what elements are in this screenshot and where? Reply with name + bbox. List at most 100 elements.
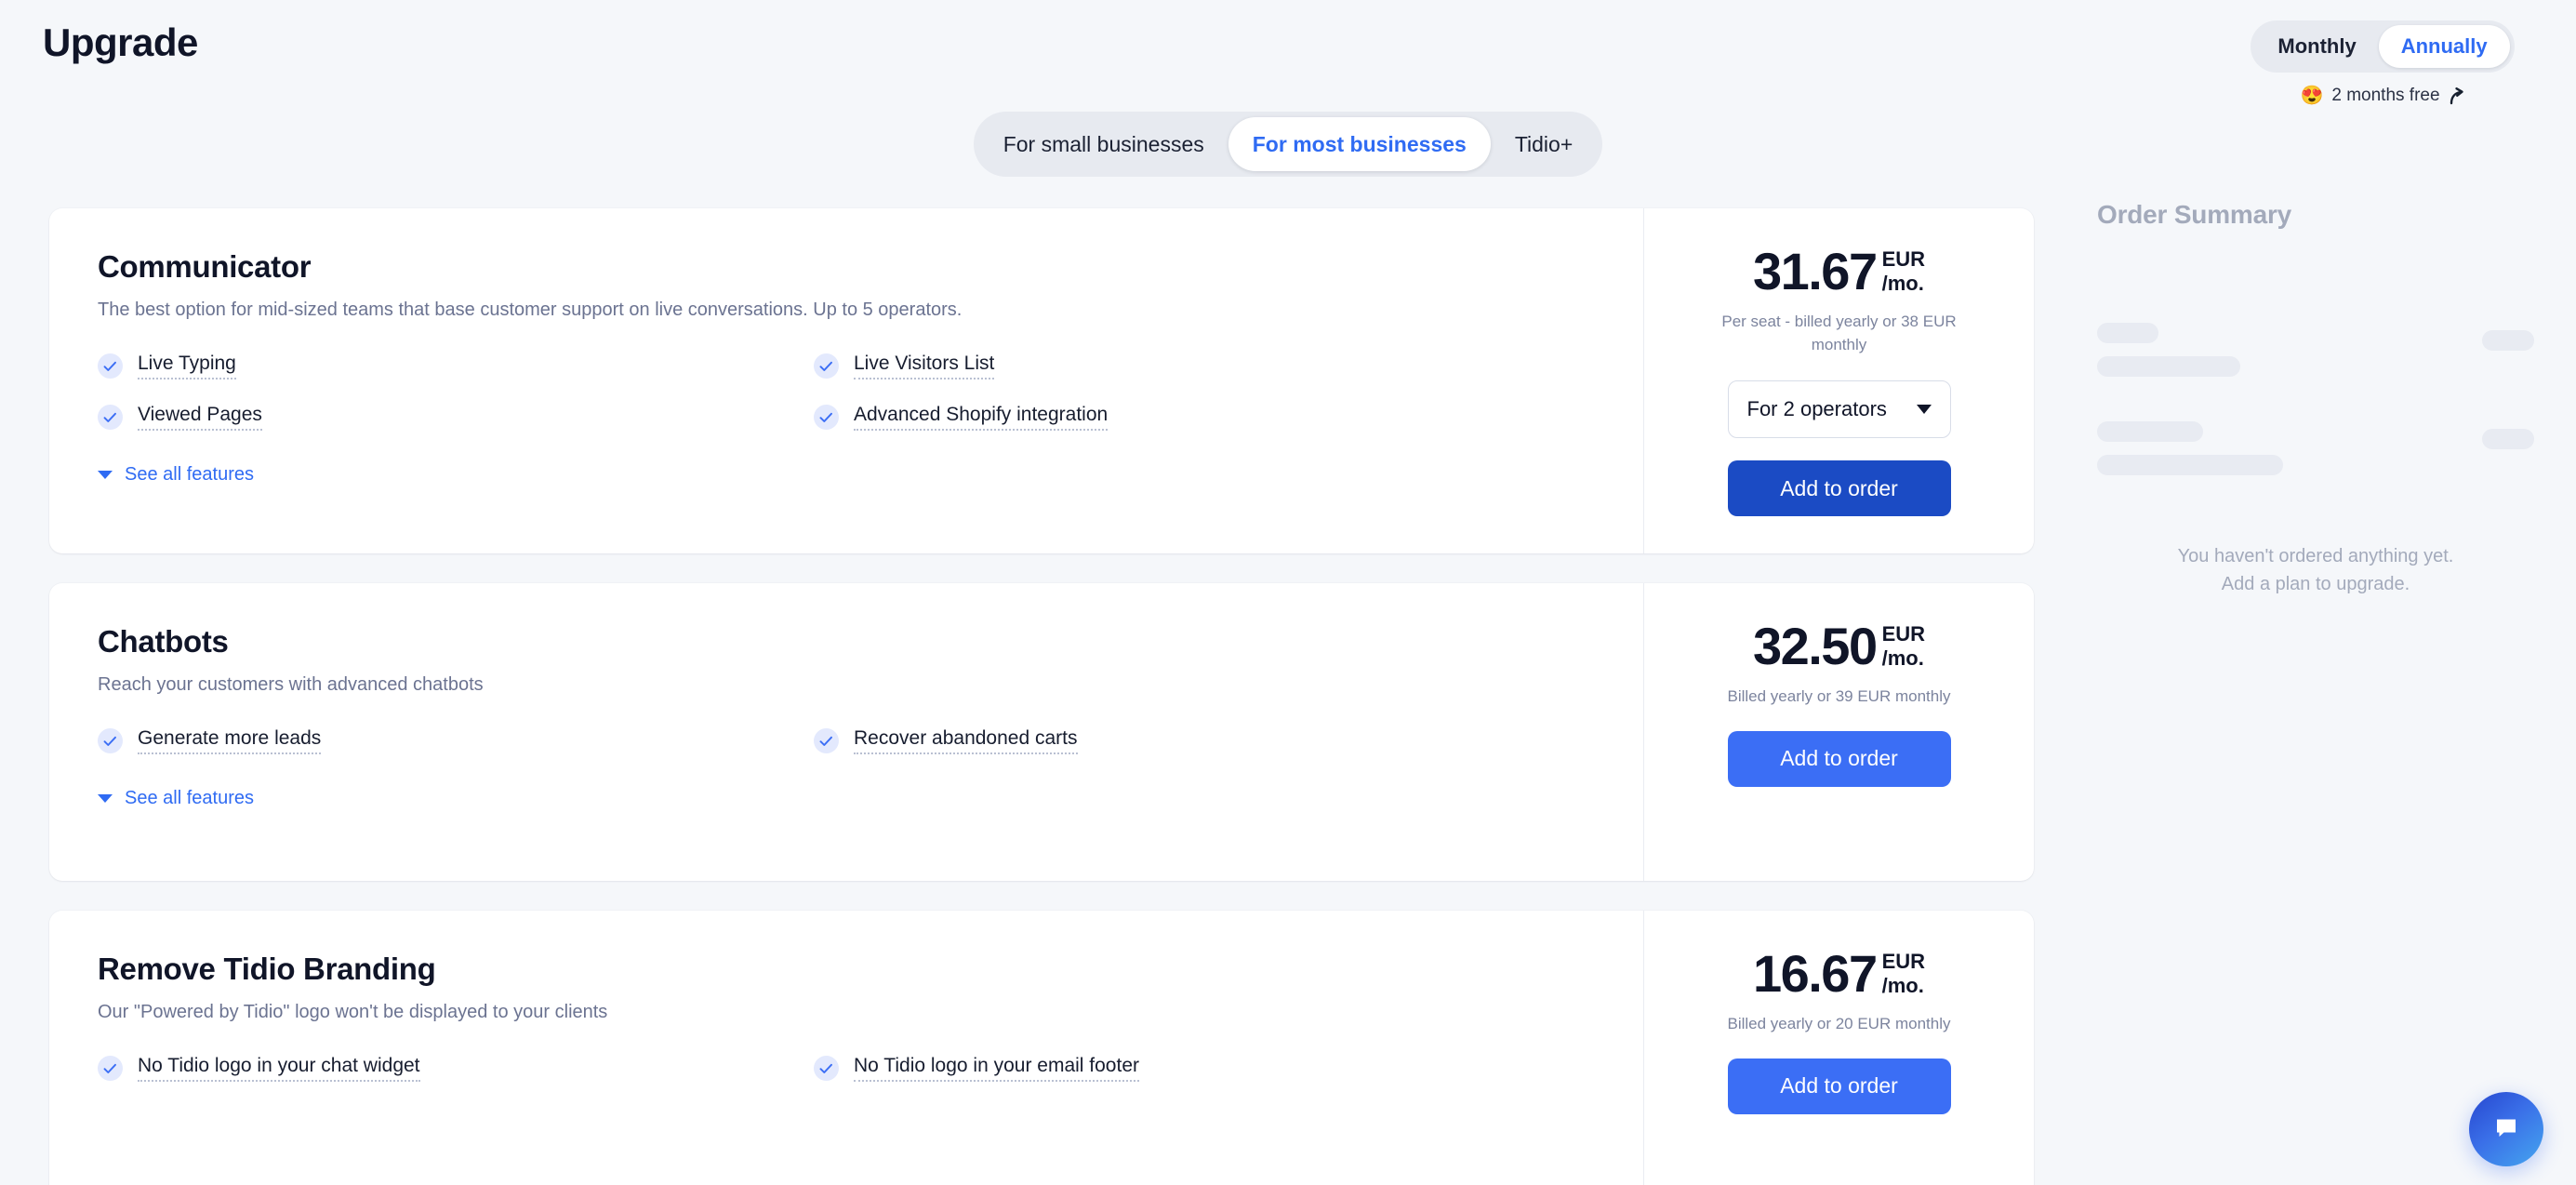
plan-tabs: For small businesses For most businesses…: [0, 112, 2576, 177]
billing-toggle-group: Monthly Annually: [2251, 20, 2515, 73]
billing-option-monthly[interactable]: Monthly: [2255, 25, 2378, 68]
card-subtitle: The best option for mid-sized teams that…: [98, 300, 963, 320]
chevron-down-icon: [98, 794, 113, 804]
operators-select-value: For 2 operators: [1746, 397, 1887, 421]
price-period: /mo.: [1881, 646, 1924, 670]
plan-card-chatbots: Chatbots Reach your customers with advan…: [49, 583, 2034, 882]
order-summary-title: Order Summary: [2097, 200, 2292, 229]
check-icon: [814, 353, 839, 379]
skeleton-bar: [2097, 356, 2240, 377]
price-currency: EUR: [1881, 622, 1926, 646]
plan-card-list: Communicator The best option for mid-siz…: [49, 208, 2034, 1185]
smiling-face-with-hearts-icon: 😍: [2300, 86, 2324, 106]
skeleton-bar: [2482, 429, 2534, 449]
feature-label[interactable]: Advanced Shopify integration: [854, 404, 1109, 431]
check-icon: [98, 353, 123, 379]
check-icon: [98, 1056, 123, 1082]
tab-tidio-plus[interactable]: Tidio+: [1491, 117, 1597, 171]
price-currency: EUR: [1881, 950, 1926, 974]
months-free-note: 😍 2 months free: [2300, 86, 2464, 106]
feature-label[interactable]: Generate more leads: [138, 727, 322, 755]
plan-card-remove-tidio-branding: Remove Tidio Branding Our "Powered by Ti…: [49, 911, 2034, 1185]
plan-tabs-group: For small businesses For most businesses…: [973, 112, 1603, 177]
card-title: Remove Tidio Branding: [98, 952, 436, 987]
card-subtitle: Our "Powered by Tidio" logo won't be dis…: [98, 1002, 608, 1023]
card-pricing: 32.50 EUR /mo. Billed yearly or 39 EUR m…: [1643, 583, 2034, 882]
skeleton-left: [2097, 323, 2240, 377]
add-to-order-button[interactable]: Add to order: [1727, 730, 1951, 787]
empty-state-line-2: Add a plan to upgrade.: [2221, 574, 2410, 594]
see-all-features-link[interactable]: See all features: [98, 788, 254, 809]
skeleton-bar: [2097, 421, 2203, 442]
page-title: Upgrade: [43, 20, 198, 64]
check-icon: [814, 405, 839, 430]
price-note: Billed yearly or 39 EUR monthly: [1727, 687, 1951, 706]
check-icon: [814, 728, 839, 754]
chevron-down-icon: [98, 471, 113, 479]
feature-label[interactable]: Live Typing: [138, 353, 236, 379]
price-units: EUR /mo.: [1882, 950, 1925, 997]
feature-item: Viewed Pages: [98, 404, 777, 431]
months-free-label: 2 months free: [2331, 86, 2440, 105]
card-subtitle: Reach your customers with advanced chatb…: [98, 674, 484, 696]
see-all-features-label: See all features: [125, 788, 254, 809]
card-pricing: 16.67 EUR /mo. Billed yearly or 20 EUR m…: [1643, 911, 2034, 1185]
tab-for-most-businesses[interactable]: For most businesses: [1228, 117, 1491, 171]
check-icon: [814, 1056, 839, 1082]
card-pricing: 31.67 EUR /mo. Per seat - billed yearly …: [1643, 208, 2034, 554]
skeleton-row: [2097, 323, 2534, 377]
price-amount: 31.67: [1752, 242, 1878, 300]
check-icon: [98, 728, 123, 754]
empty-state-line-1: You haven't ordered anything yet.: [2177, 546, 2454, 566]
order-summary-empty-state: You haven't ordered anything yet. Add a …: [2097, 542, 2534, 598]
price-display: 32.50 EUR /mo.: [1753, 620, 1925, 672]
price-note: Billed yearly or 20 EUR monthly: [1727, 1015, 1951, 1033]
tab-for-small-businesses[interactable]: For small businesses: [979, 117, 1228, 171]
price-amount: 16.67: [1752, 944, 1878, 1004]
card-title: Communicator: [98, 249, 312, 284]
price-period: /mo.: [1881, 973, 1924, 997]
feature-item: Live Visitors List: [814, 353, 1493, 379]
chat-bubble-icon: [2490, 1112, 2522, 1148]
price-currency: EUR: [1881, 247, 1926, 271]
feature-list: No Tidio logo in your chat widget No Tid…: [98, 1055, 1493, 1083]
curved-arrow-up-icon: [2449, 87, 2465, 105]
skeleton-bar: [2097, 323, 2158, 343]
chevron-down-icon: [1916, 405, 1932, 415]
feature-label[interactable]: No Tidio logo in your email footer: [854, 1055, 1139, 1083]
feature-item: No Tidio logo in your email footer: [814, 1055, 1493, 1083]
feature-item: Generate more leads: [98, 727, 777, 755]
billing-option-annually[interactable]: Annually: [2378, 25, 2510, 68]
feature-label[interactable]: Recover abandoned carts: [854, 727, 1078, 755]
skeleton-bar: [2482, 330, 2534, 351]
add-to-order-button[interactable]: Add to order: [1727, 1058, 1951, 1114]
skeleton-bar: [2097, 455, 2283, 475]
add-to-order-button[interactable]: Add to order: [1727, 460, 1951, 517]
feature-item: Live Typing: [98, 353, 777, 379]
price-display: 16.67 EUR /mo.: [1753, 948, 1925, 1000]
feature-item: Advanced Shopify integration: [814, 404, 1493, 431]
price-display: 31.67 EUR /mo.: [1753, 246, 1925, 298]
order-summary-skeleton: [2097, 323, 2534, 475]
see-all-features-label: See all features: [125, 464, 254, 485]
feature-item: Recover abandoned carts: [814, 727, 1493, 755]
feature-list: Live Typing Live Visitors List Viewed Pa…: [98, 353, 1493, 431]
skeleton-row: [2097, 421, 2534, 475]
card-details: Chatbots Reach your customers with advan…: [49, 583, 1643, 881]
plan-card-communicator: Communicator The best option for mid-siz…: [49, 208, 2034, 554]
feature-list: Generate more leads Recover abandoned ca…: [98, 727, 1493, 755]
feature-label[interactable]: Live Visitors List: [854, 353, 995, 379]
operators-select[interactable]: For 2 operators: [1727, 380, 1951, 439]
order-summary-panel: Order Summary You haven't ordered anythi…: [2097, 200, 2534, 598]
see-all-features-link[interactable]: See all features: [98, 464, 254, 486]
price-period: /mo.: [1881, 271, 1924, 295]
skeleton-left: [2097, 421, 2283, 475]
price-note: Per seat - billed yearly or 38 EUR month…: [1721, 313, 1957, 353]
check-icon: [98, 405, 123, 430]
chat-launcher-button[interactable]: [2469, 1092, 2543, 1166]
card-details: Communicator The best option for mid-siz…: [49, 208, 1643, 553]
price-units: EUR /mo.: [1882, 247, 1925, 295]
feature-label[interactable]: No Tidio logo in your chat widget: [138, 1055, 420, 1083]
billing-period-switcher: Monthly Annually 😍 2 months free: [2243, 20, 2522, 106]
feature-label[interactable]: Viewed Pages: [138, 404, 262, 431]
